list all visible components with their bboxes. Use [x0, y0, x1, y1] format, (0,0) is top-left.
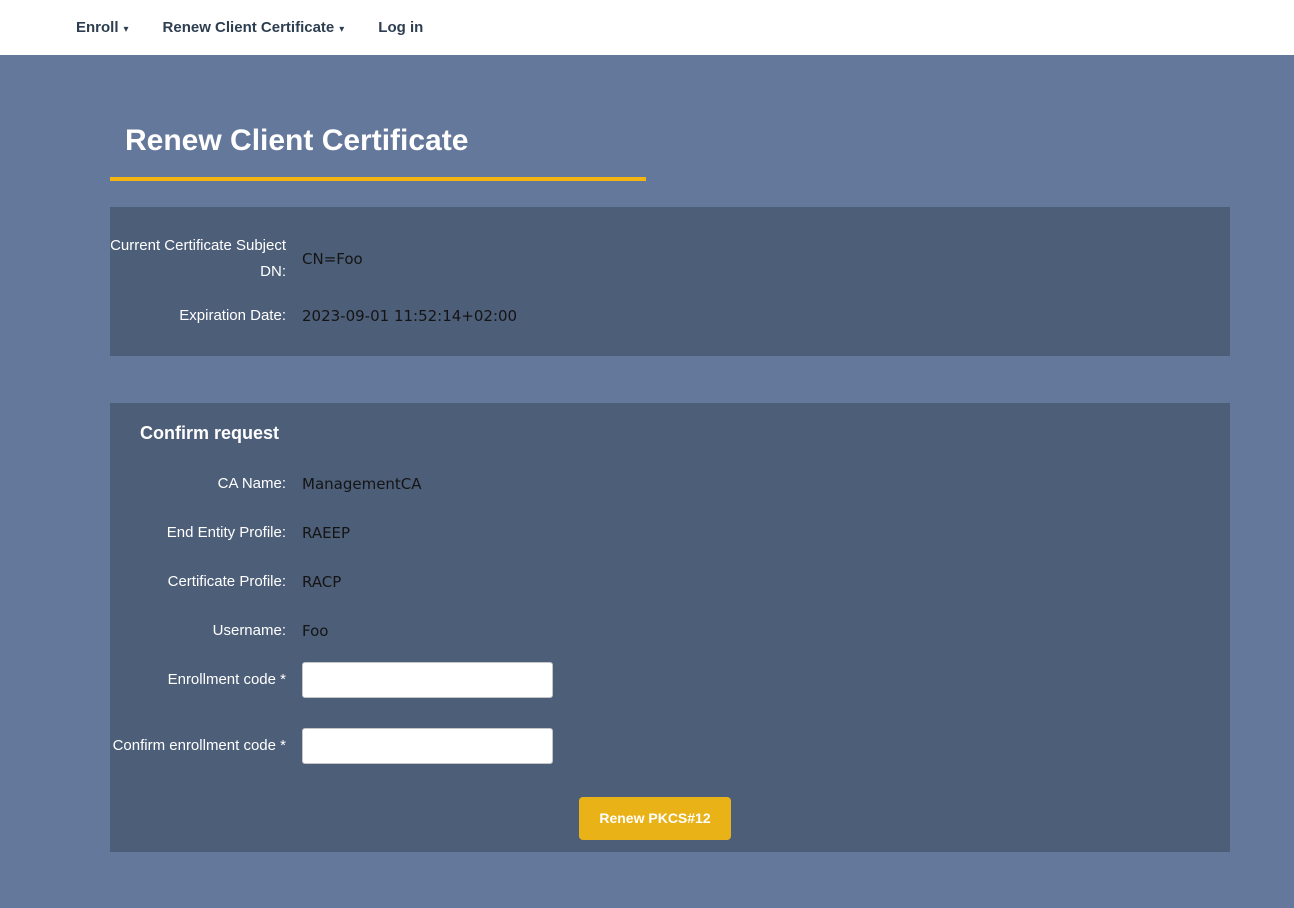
username-value: Foo — [302, 622, 328, 640]
end-entity-profile-row: End Entity Profile: RAEEP — [110, 515, 1200, 551]
nav-item-renew-label: Renew Client Certificate — [163, 19, 335, 36]
confirm-enrollment-code-input[interactable] — [302, 728, 553, 764]
confirm-request-heading: Confirm request — [140, 423, 1200, 444]
expiration-date-value: 2023-09-01 11:52:14+02:00 — [302, 307, 517, 325]
certificate-profile-value: RACP — [302, 573, 341, 591]
chevron-down-icon: ▾ — [124, 24, 129, 35]
subject-dn-label: Current Certificate Subject DN: — [110, 233, 286, 285]
subject-dn-value: CN=Foo — [302, 250, 363, 268]
confirm-enrollment-code-row: Confirm enrollment code * — [110, 728, 1200, 764]
nav-item-enroll-label: Enroll — [76, 19, 119, 36]
subject-dn-row: Current Certificate Subject DN: CN=Foo — [110, 233, 1200, 285]
title-block: Renew Client Certificate — [110, 125, 646, 181]
nav-item-renew-client-certificate[interactable]: Renew Client Certificate ▾ — [163, 19, 345, 36]
certificate-profile-label: Certificate Profile: — [110, 569, 286, 595]
enrollment-code-label: Enrollment code * — [110, 667, 286, 693]
confirm-enrollment-code-label: Confirm enrollment code * — [110, 733, 286, 759]
enrollment-code-row: Enrollment code * — [110, 662, 1200, 698]
page-title: Renew Client Certificate — [110, 125, 646, 157]
ca-name-label: CA Name: — [110, 471, 286, 497]
top-navbar: Enroll ▾ Renew Client Certificate ▾ Log … — [0, 0, 1294, 55]
nav-item-log-in[interactable]: Log in — [378, 19, 423, 36]
main-content: Renew Client Certificate Current Certifi… — [110, 125, 1230, 852]
expiration-date-label: Expiration Date: — [110, 303, 286, 329]
page: Enroll ▾ Renew Client Certificate ▾ Log … — [0, 0, 1294, 908]
renew-pkcs12-button[interactable]: Renew PKCS#12 — [579, 797, 730, 840]
end-entity-profile-label: End Entity Profile: — [110, 520, 286, 546]
submit-button-row: Renew PKCS#12 — [110, 797, 1200, 840]
username-row: Username: Foo — [110, 613, 1200, 649]
end-entity-profile-value: RAEEP — [302, 524, 350, 542]
chevron-down-icon: ▾ — [339, 24, 344, 35]
ca-name-value: ManagementCA — [302, 475, 422, 493]
certificate-profile-row: Certificate Profile: RACP — [110, 564, 1200, 600]
nav-item-login-label: Log in — [378, 19, 423, 36]
nav-item-enroll[interactable]: Enroll ▾ — [76, 19, 129, 36]
enrollment-code-input[interactable] — [302, 662, 553, 698]
expiration-date-row: Expiration Date: 2023-09-01 11:52:14+02:… — [110, 298, 1200, 334]
ca-name-row: CA Name: ManagementCA — [110, 466, 1200, 502]
confirm-request-panel: Confirm request CA Name: ManagementCA En… — [110, 403, 1230, 852]
username-label: Username: — [110, 618, 286, 644]
current-certificate-panel: Current Certificate Subject DN: CN=Foo E… — [110, 207, 1230, 356]
